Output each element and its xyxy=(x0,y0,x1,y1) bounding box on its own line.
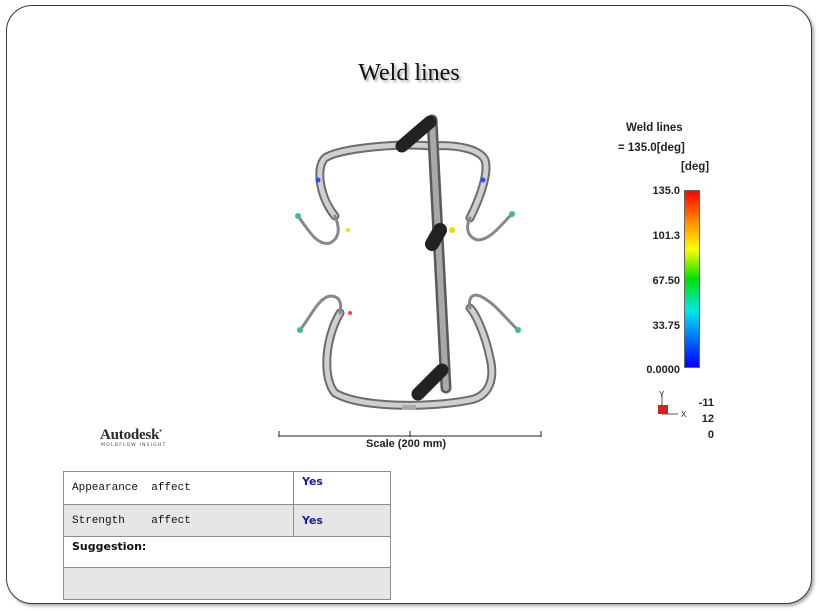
color-scale-bar xyxy=(684,190,700,368)
strength-affect-label: Strength affect xyxy=(63,504,294,537)
orientation-value-3: 0 xyxy=(707,429,714,441)
upper-frame xyxy=(315,140,491,223)
slide-title: Weld lines xyxy=(358,60,460,86)
appearance-affect-value: Yes xyxy=(293,471,391,505)
table-row: Suggestion: xyxy=(63,536,391,568)
orientation-value-2: 12 xyxy=(701,413,714,425)
strength-affect-value: Yes xyxy=(293,504,391,537)
table-row: Strength affect Yes xyxy=(63,504,391,537)
analysis-table: Appearance affect Yes Strength affect Ye… xyxy=(63,471,391,600)
orientation-value-1: -11 xyxy=(698,397,714,409)
legend-tick-max: 135.0 xyxy=(652,185,680,197)
legend-equation: = 135.0[deg] xyxy=(618,142,685,154)
legend-tick-2: 101.3 xyxy=(652,230,680,242)
legend-tick-4: 33.75 xyxy=(652,320,680,332)
suggestion-label: Suggestion: xyxy=(63,536,391,568)
suggestion-value[interactable] xyxy=(63,567,391,600)
legend-unit: [deg] xyxy=(681,161,710,173)
logo-name: Autodesk xyxy=(100,427,160,443)
lower-frame xyxy=(322,303,497,410)
appearance-affect-label: Appearance affect xyxy=(63,471,294,505)
axis-y-label: Y xyxy=(659,390,665,399)
legend-tick-3: 67.50 xyxy=(652,275,680,287)
scale-label: Scale (200 mm) xyxy=(366,438,447,450)
autodesk-logo: Autodesk• xyxy=(100,427,162,443)
table-row: Appearance affect Yes xyxy=(63,471,391,505)
legend-tick-min: 0.0000 xyxy=(646,364,680,376)
weld-lines-model xyxy=(295,114,521,410)
logo-tagline: MOLDFLOW INSIGHT xyxy=(101,443,167,448)
axis-x-label: X xyxy=(681,410,687,419)
table-row xyxy=(63,567,391,600)
orientation-axes-icon: Y X xyxy=(658,390,687,419)
legend-title: Weld lines xyxy=(626,122,683,134)
